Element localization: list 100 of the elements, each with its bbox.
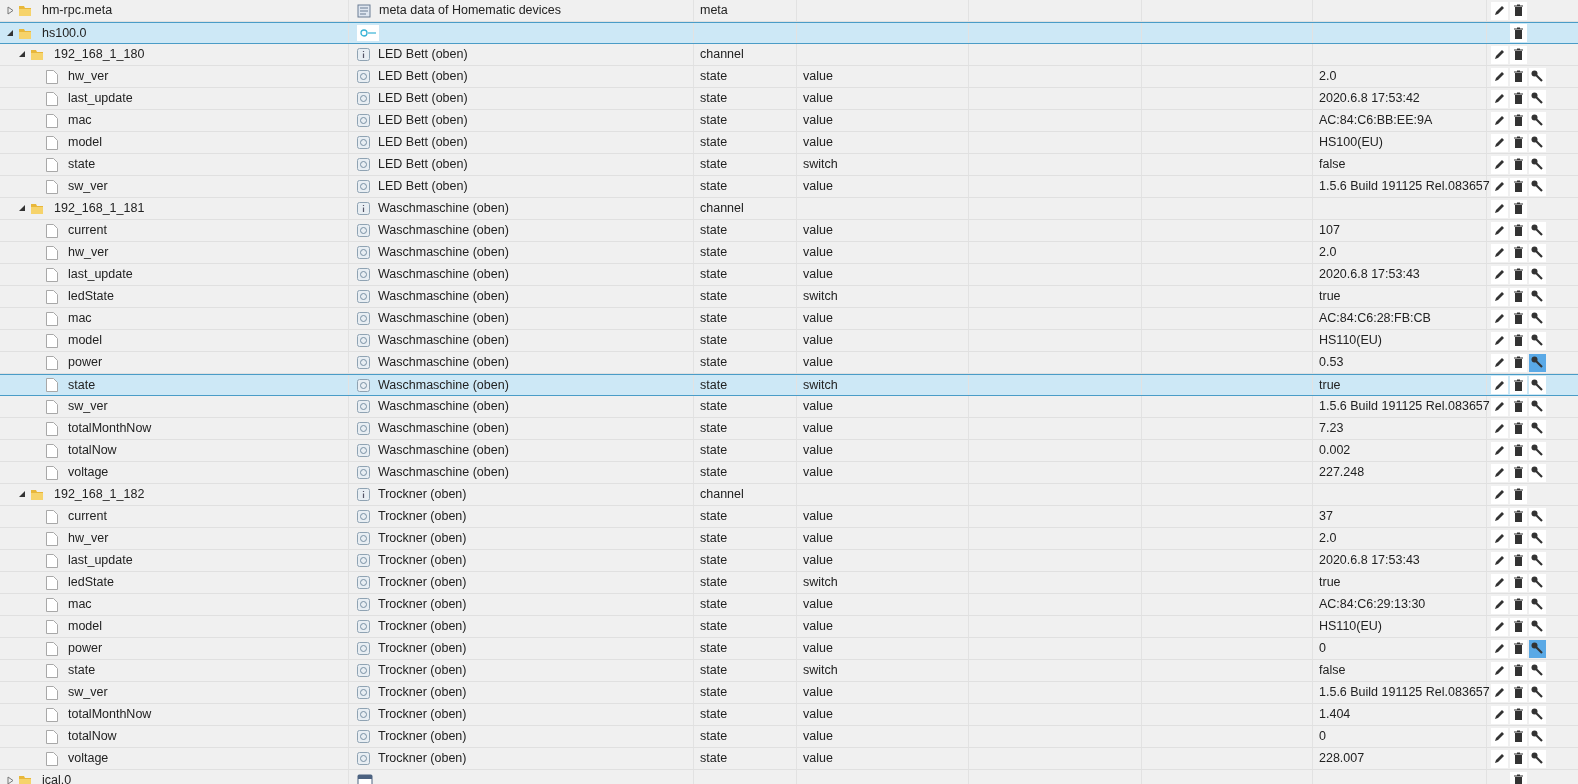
delete-button[interactable] — [1510, 353, 1527, 372]
tree-row[interactable]: model LED Bett (oben) state value HS100(EU) — [0, 132, 1578, 154]
delete-button[interactable] — [1510, 551, 1527, 570]
edit-button[interactable] — [1491, 287, 1508, 306]
collapse-arrow-icon[interactable] — [18, 204, 26, 213]
settings-button[interactable] — [1529, 507, 1546, 526]
settings-button[interactable] — [1529, 397, 1546, 416]
delete-button[interactable] — [1510, 155, 1527, 174]
delete-button[interactable] — [1510, 441, 1527, 460]
edit-button[interactable] — [1491, 639, 1508, 658]
tree-row[interactable]: totalMonthNow Waschmaschine (oben) state value 7.23 — [0, 418, 1578, 440]
tree-row[interactable]: ical.0 — [0, 770, 1578, 784]
expand-arrow-icon[interactable] — [6, 6, 14, 15]
settings-button[interactable] — [1529, 419, 1546, 438]
tree-row[interactable]: state LED Bett (oben) state switch false — [0, 154, 1578, 176]
settings-button[interactable] — [1529, 683, 1546, 702]
edit-button[interactable] — [1491, 727, 1508, 746]
delete-button[interactable] — [1510, 661, 1527, 680]
edit-button[interactable] — [1491, 397, 1508, 416]
tree-row[interactable]: ledState Trockner (oben) state switch true — [0, 572, 1578, 594]
settings-button[interactable] — [1529, 595, 1546, 614]
edit-button[interactable] — [1491, 111, 1508, 130]
edit-button[interactable] — [1491, 243, 1508, 262]
edit-button[interactable] — [1491, 617, 1508, 636]
delete-button[interactable] — [1510, 595, 1527, 614]
edit-button[interactable] — [1491, 485, 1508, 504]
edit-button[interactable] — [1491, 353, 1508, 372]
settings-button[interactable] — [1529, 353, 1546, 372]
edit-button[interactable] — [1491, 89, 1508, 108]
settings-button[interactable] — [1529, 331, 1546, 350]
settings-button[interactable] — [1529, 617, 1546, 636]
delete-button[interactable] — [1510, 771, 1527, 784]
tree-row[interactable]: hw_ver Waschmaschine (oben) state value 2.0 — [0, 242, 1578, 264]
edit-button[interactable] — [1491, 309, 1508, 328]
delete-button[interactable] — [1510, 309, 1527, 328]
delete-button[interactable] — [1510, 199, 1527, 218]
collapse-arrow-icon[interactable] — [18, 50, 26, 59]
tree-row[interactable]: model Waschmaschine (oben) state value HS110(EU) — [0, 330, 1578, 352]
edit-button[interactable] — [1491, 595, 1508, 614]
edit-button[interactable] — [1491, 661, 1508, 680]
tree-row[interactable]: totalNow Trockner (oben) state value 0 — [0, 726, 1578, 748]
tree-row[interactable]: current Waschmaschine (oben) state value 107 — [0, 220, 1578, 242]
tree-row[interactable]: power Trockner (oben) state value 0 — [0, 638, 1578, 660]
delete-button[interactable] — [1510, 529, 1527, 548]
delete-button[interactable] — [1510, 573, 1527, 592]
settings-button[interactable] — [1529, 67, 1546, 86]
edit-button[interactable] — [1491, 705, 1508, 724]
delete-button[interactable] — [1510, 639, 1527, 658]
delete-button[interactable] — [1510, 617, 1527, 636]
delete-button[interactable] — [1510, 1, 1527, 20]
edit-button[interactable] — [1491, 551, 1508, 570]
delete-button[interactable] — [1510, 376, 1527, 394]
tree-row[interactable]: ledState Waschmaschine (oben) state switch true — [0, 286, 1578, 308]
settings-button[interactable] — [1529, 749, 1546, 768]
settings-button[interactable] — [1529, 243, 1546, 262]
tree-row[interactable]: state Waschmaschine (oben) state switch true — [0, 374, 1578, 396]
delete-button[interactable] — [1510, 89, 1527, 108]
delete-button[interactable] — [1510, 331, 1527, 350]
delete-button[interactable] — [1510, 463, 1527, 482]
edit-button[interactable] — [1491, 331, 1508, 350]
settings-button[interactable] — [1529, 441, 1546, 460]
delete-button[interactable] — [1510, 683, 1527, 702]
tree-row[interactable]: totalNow Waschmaschine (oben) state value 0.002 — [0, 440, 1578, 462]
tree-row[interactable]: 192_168_1_182 Trockner (oben) channel — [0, 484, 1578, 506]
settings-button[interactable] — [1529, 551, 1546, 570]
tree-row[interactable]: sw_ver Waschmaschine (oben) state value 1.5.6 Build 191125 Rel.083657 — [0, 396, 1578, 418]
tree-row[interactable]: mac LED Bett (oben) state value AC:84:C6:BB:EE:9A — [0, 110, 1578, 132]
delete-button[interactable] — [1510, 24, 1527, 42]
delete-button[interactable] — [1510, 45, 1527, 64]
tree-row[interactable]: hw_ver Trockner (oben) state value 2.0 — [0, 528, 1578, 550]
settings-button[interactable] — [1529, 463, 1546, 482]
delete-button[interactable] — [1510, 397, 1527, 416]
delete-button[interactable] — [1510, 507, 1527, 526]
edit-button[interactable] — [1491, 441, 1508, 460]
delete-button[interactable] — [1510, 111, 1527, 130]
tree-row[interactable]: voltage Waschmaschine (oben) state value 227.248 — [0, 462, 1578, 484]
tree-row[interactable]: last_update Waschmaschine (oben) state value 2020.6.8 17:53:43 — [0, 264, 1578, 286]
tree-row[interactable]: hs100.0 — [0, 22, 1578, 44]
settings-button[interactable] — [1529, 639, 1546, 658]
edit-button[interactable] — [1491, 1, 1508, 20]
edit-button[interactable] — [1491, 133, 1508, 152]
settings-button[interactable] — [1529, 727, 1546, 746]
delete-button[interactable] — [1510, 265, 1527, 284]
tree-row[interactable]: state Trockner (oben) state switch false — [0, 660, 1578, 682]
tree-row[interactable]: 192_168_1_181 Waschmaschine (oben) channel — [0, 198, 1578, 220]
delete-button[interactable] — [1510, 67, 1527, 86]
edit-button[interactable] — [1491, 45, 1508, 64]
edit-button[interactable] — [1491, 749, 1508, 768]
tree-row[interactable]: model Trockner (oben) state value HS110(EU) — [0, 616, 1578, 638]
settings-button[interactable] — [1529, 89, 1546, 108]
edit-button[interactable] — [1491, 463, 1508, 482]
delete-button[interactable] — [1510, 485, 1527, 504]
delete-button[interactable] — [1510, 419, 1527, 438]
tree-row[interactable]: hw_ver LED Bett (oben) state value 2.0 — [0, 66, 1578, 88]
edit-button[interactable] — [1491, 573, 1508, 592]
settings-button[interactable] — [1529, 529, 1546, 548]
edit-button[interactable] — [1491, 177, 1508, 196]
delete-button[interactable] — [1510, 749, 1527, 768]
tree-row[interactable]: last_update LED Bett (oben) state value 2020.6.8 17:53:42 — [0, 88, 1578, 110]
settings-button[interactable] — [1529, 155, 1546, 174]
